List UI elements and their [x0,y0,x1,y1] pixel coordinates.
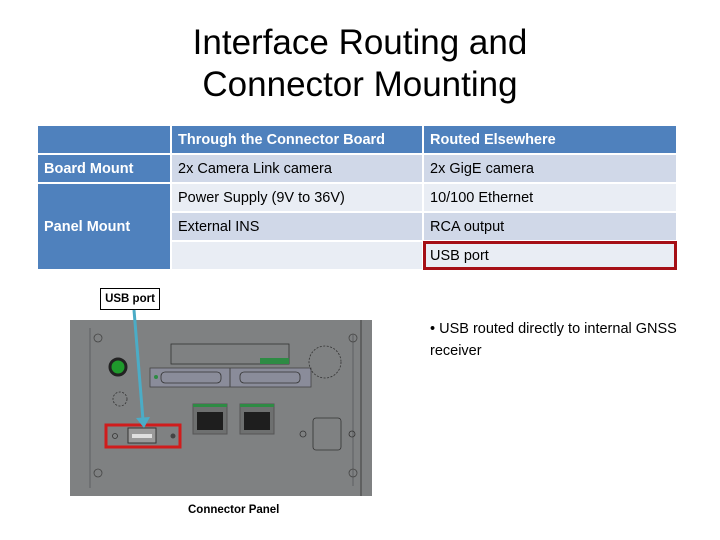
callout-arrow [132,309,150,428]
bullet-note: • USB routed directly to internal GNSS r… [430,321,677,359]
figure-caption: Connector Panel [188,504,280,516]
arrow-head-icon [136,417,150,428]
arrow-line [132,309,145,421]
